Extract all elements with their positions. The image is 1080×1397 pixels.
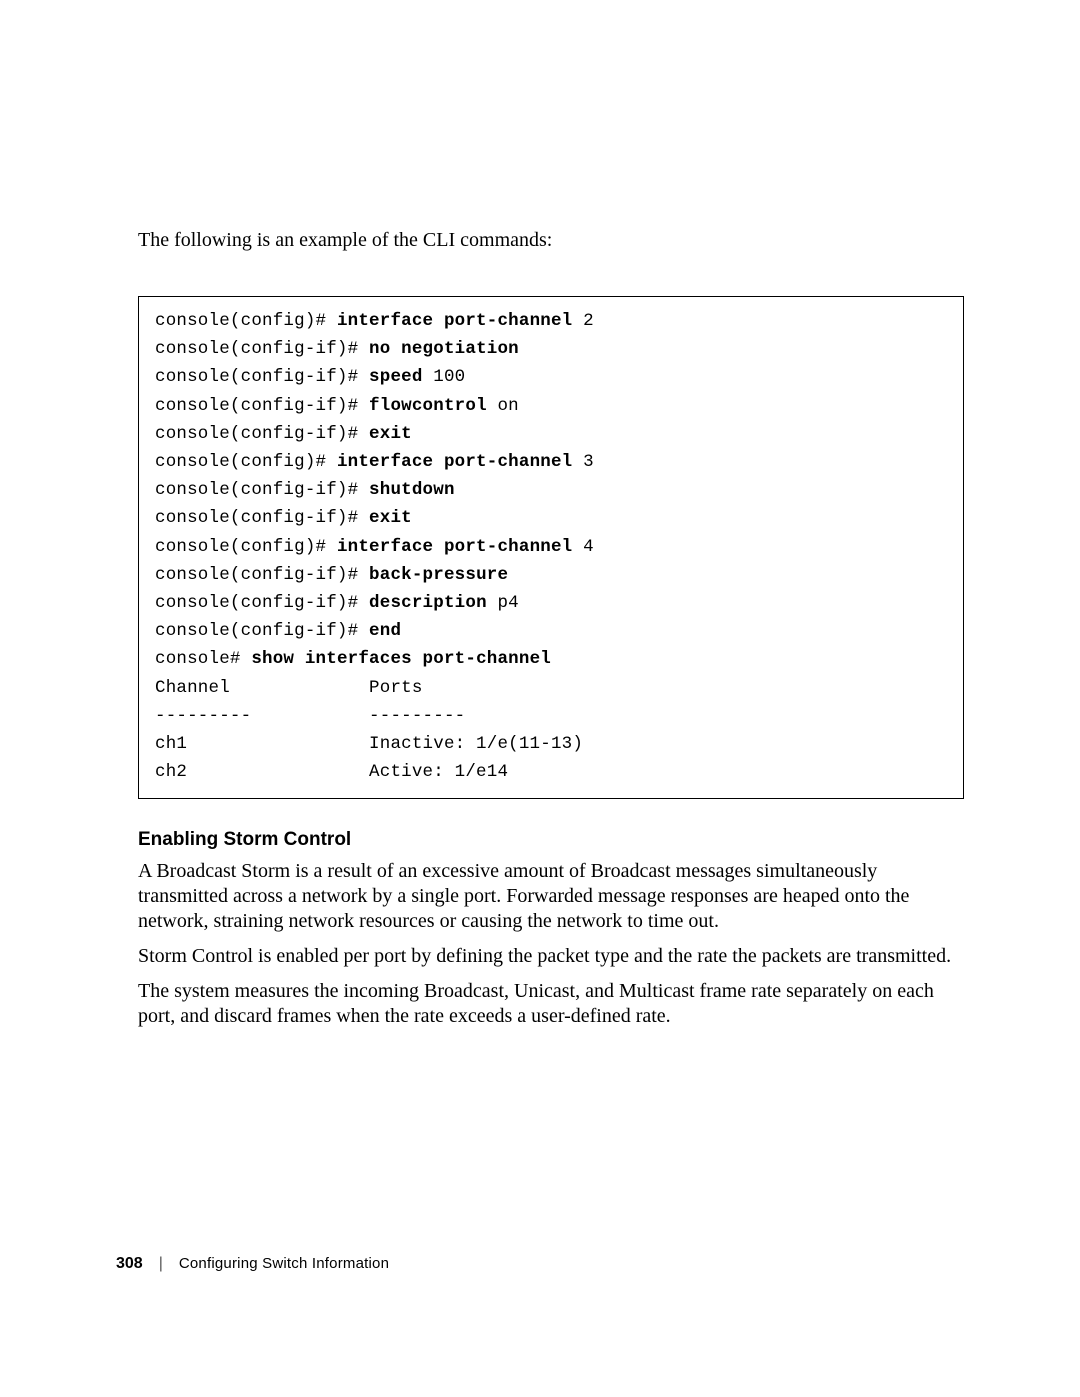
cli-line: Channel Ports: [155, 674, 947, 702]
footer-section-title: Configuring Switch Information: [179, 1255, 389, 1272]
cli-line: console(config-if)# end: [155, 617, 947, 645]
cli-line: console(config-if)# description p4: [155, 589, 947, 617]
intro-paragraph: The following is an example of the CLI c…: [138, 227, 964, 254]
cli-line: console(config)# interface port-channel …: [155, 533, 947, 561]
body-paragraph: A Broadcast Storm is a result of an exce…: [138, 859, 964, 934]
cli-example-box: console(config)# interface port-channel …: [138, 296, 964, 799]
footer-divider: |: [159, 1255, 163, 1273]
cli-line: console(config-if)# speed 100: [155, 363, 947, 391]
cli-line: console(config-if)# exit: [155, 504, 947, 532]
cli-line: console(config)# interface port-channel …: [155, 448, 947, 476]
cli-line: console(config-if)# exit: [155, 420, 947, 448]
cli-line: console(config-if)# shutdown: [155, 476, 947, 504]
cli-line: ch2 Active: 1/e14: [155, 758, 947, 786]
document-page: The following is an example of the CLI c…: [0, 0, 1080, 1397]
section-heading-storm-control: Enabling Storm Control: [138, 829, 964, 851]
page-number: 308: [116, 1255, 143, 1273]
cli-line: ch1 Inactive: 1/e(11-13): [155, 730, 947, 758]
body-paragraph: Storm Control is enabled per port by def…: [138, 944, 964, 969]
body-paragraph: The system measures the incoming Broadca…: [138, 979, 964, 1029]
cli-line: console(config-if)# flowcontrol on: [155, 392, 947, 420]
cli-line: console# show interfaces port-channel: [155, 645, 947, 673]
cli-line: console(config-if)# no negotiation: [155, 335, 947, 363]
page-footer: 308 | Configuring Switch Information: [116, 1255, 389, 1273]
cli-line: console(config)# interface port-channel …: [155, 307, 947, 335]
cli-line: --------- ---------: [155, 702, 947, 730]
cli-line: console(config-if)# back-pressure: [155, 561, 947, 589]
